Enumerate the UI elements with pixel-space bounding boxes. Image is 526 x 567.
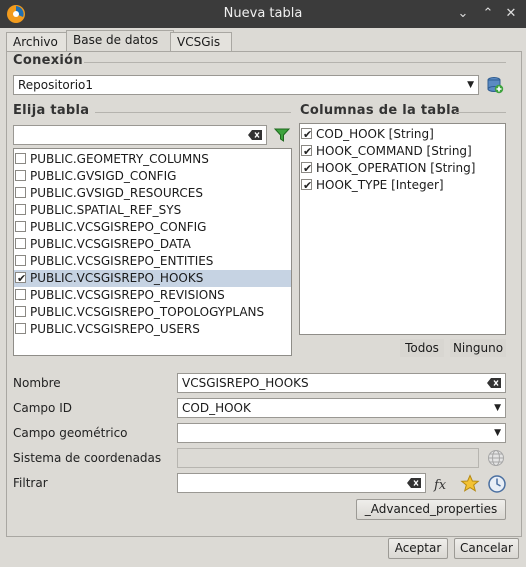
list-item[interactable]: PUBLIC.VCSGISREPO_DATA: [14, 236, 291, 253]
columns-divider: [456, 112, 506, 113]
tab-base-de-datos[interactable]: Base de datos: [66, 30, 174, 52]
connection-select[interactable]: Repositorio1 ▼: [13, 75, 479, 95]
checkbox[interactable]: [15, 153, 26, 164]
list-item[interactable]: PUBLIC.VCSGISREPO_ENTITIES: [14, 253, 291, 270]
checkbox-checked[interactable]: ✔: [301, 179, 312, 192]
checkmark-icon: ✔: [303, 162, 313, 175]
id-field-label: Campo ID: [13, 401, 72, 415]
checkbox[interactable]: [15, 255, 26, 266]
columns-list[interactable]: ✔ COD_HOOK [String] ✔ HOOK_COMMAND [String…: [299, 123, 506, 335]
checkbox-checked[interactable]: ✔: [301, 145, 312, 158]
clear-name-icon[interactable]: [487, 378, 501, 388]
checkbox[interactable]: [15, 323, 26, 334]
tab-archivo-label: Archivo: [13, 35, 58, 49]
tab-base-de-datos-label: Base de datos: [73, 33, 159, 47]
checkbox-checked[interactable]: ✔: [301, 128, 312, 141]
geometry-field-select[interactable]: ▼: [177, 423, 506, 443]
tab-archivo[interactable]: Archivo: [6, 32, 72, 52]
srs-input: [177, 448, 479, 468]
list-item[interactable]: PUBLIC.VCSGISREPO_REVISIONS: [14, 287, 291, 304]
checkbox[interactable]: [15, 221, 26, 232]
list-item[interactable]: PUBLIC.SPATIAL_REF_SYS: [14, 202, 291, 219]
tables-list[interactable]: PUBLIC.GEOMETRY_COLUMNS PUBLIC.GVSIGD_CO…: [13, 148, 292, 356]
srs-label: Sistema de coordenadas: [13, 451, 162, 465]
checkbox[interactable]: [15, 238, 26, 249]
chevron-down-icon: ▼: [467, 80, 474, 90]
columns-label: Columnas de la tabla: [300, 103, 460, 118]
checkbox-checked[interactable]: ✔: [15, 272, 26, 285]
filter-input[interactable]: [177, 473, 426, 493]
list-item[interactable]: ✔ HOOK_TYPE [Integer]: [300, 177, 505, 194]
checkmark-icon: ✔: [303, 179, 313, 192]
advanced-properties-button[interactable]: _Advanced_properties: [356, 499, 506, 520]
list-item[interactable]: PUBLIC.GVSIGD_CONFIG: [14, 168, 291, 185]
chevron-down-icon: ▼: [494, 403, 501, 413]
cancel-button[interactable]: Cancelar: [454, 538, 519, 559]
list-item[interactable]: ✔ COD_HOOK [String]: [300, 126, 505, 143]
connection-value: Repositorio1: [18, 78, 94, 92]
tab-vcsgis[interactable]: VCSGis: [170, 32, 232, 52]
list-item-selected[interactable]: ✔ PUBLIC.VCSGISREPO_HOOKS: [14, 270, 291, 287]
list-item[interactable]: ✔ HOOK_OPERATION [String]: [300, 160, 505, 177]
checkbox[interactable]: [15, 204, 26, 215]
select-none-button[interactable]: Ninguno: [450, 339, 506, 357]
filter-label: Filtrar: [13, 476, 48, 490]
checkbox[interactable]: [15, 187, 26, 198]
list-item[interactable]: PUBLIC.VCSGISREPO_TOPOLOGYPLANS: [14, 304, 291, 321]
name-label: Nombre: [13, 376, 61, 390]
window-title: Nueva tabla: [223, 6, 303, 21]
checkmark-icon: ✔: [17, 272, 27, 285]
close-icon[interactable]: ✕: [502, 5, 520, 23]
svg-text:fx: fx: [433, 478, 447, 493]
id-field-value: COD_HOOK: [182, 401, 251, 415]
name-value: VCSGISREPO_HOOKS: [182, 376, 309, 390]
maximize-icon[interactable]: ⌃: [479, 5, 497, 23]
checkbox[interactable]: [15, 289, 26, 300]
tab-vcsgis-label: VCSGis: [177, 35, 221, 49]
clock-icon[interactable]: [487, 474, 507, 494]
funnel-icon[interactable]: [273, 126, 291, 144]
tables-divider: [95, 112, 291, 113]
minimize-icon[interactable]: ⌄: [454, 5, 472, 23]
connection-divider: [84, 62, 506, 63]
connection-label: Conexión: [13, 53, 83, 68]
clear-filter-expression-icon[interactable]: [407, 478, 421, 488]
geometry-field-label: Campo geométrico: [13, 426, 128, 440]
function-icon[interactable]: fx: [432, 474, 452, 494]
checkbox-checked[interactable]: ✔: [301, 162, 312, 175]
select-all-button[interactable]: Todos: [400, 339, 444, 357]
tables-label: Elija tabla: [13, 103, 90, 118]
checkmark-icon: ✔: [303, 128, 313, 141]
list-item[interactable]: PUBLIC.GEOMETRY_COLUMNS: [14, 151, 291, 168]
globe-icon: [488, 450, 504, 466]
name-input[interactable]: VCSGISREPO_HOOKS: [177, 373, 506, 393]
clear-filter-icon[interactable]: [248, 130, 262, 140]
chevron-down-icon: ▼: [494, 428, 501, 438]
add-connection-icon[interactable]: [486, 76, 504, 94]
table-filter-input[interactable]: [13, 125, 267, 145]
checkbox[interactable]: [15, 170, 26, 181]
list-item[interactable]: PUBLIC.VCSGISREPO_CONFIG: [14, 219, 291, 236]
list-item[interactable]: PUBLIC.GVSIGD_RESOURCES: [14, 185, 291, 202]
star-icon[interactable]: [460, 474, 480, 494]
list-item[interactable]: PUBLIC.VCSGISREPO_USERS: [14, 321, 291, 338]
id-field-select[interactable]: COD_HOOK ▼: [177, 398, 506, 418]
accept-button[interactable]: Aceptar: [388, 538, 448, 559]
checkmark-icon: ✔: [303, 145, 313, 158]
checkbox[interactable]: [15, 306, 26, 317]
list-item[interactable]: ✔ HOOK_COMMAND [String]: [300, 143, 505, 160]
title-bar: Nueva tabla ⌄ ⌃ ✕: [0, 0, 526, 28]
